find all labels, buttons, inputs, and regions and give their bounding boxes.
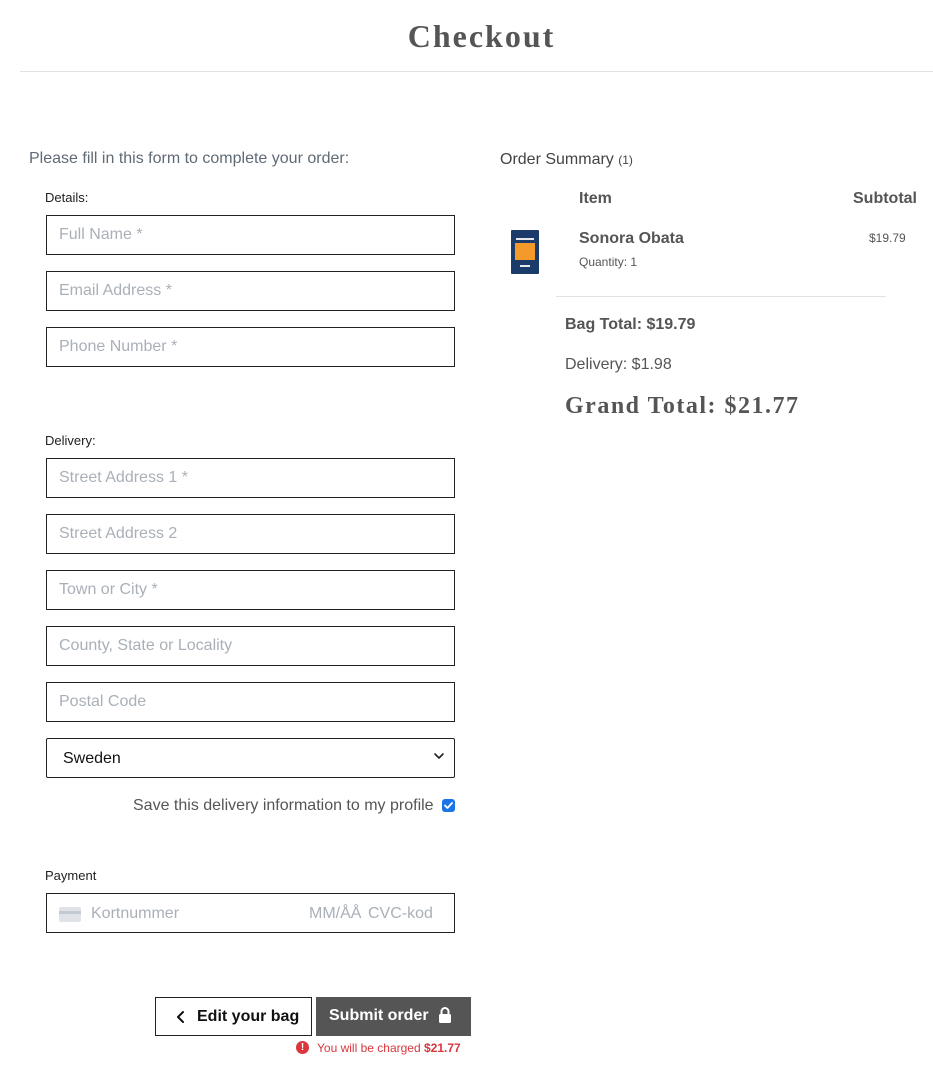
county-input[interactable] bbox=[46, 626, 455, 666]
email-input[interactable] bbox=[46, 271, 455, 311]
product-image[interactable] bbox=[511, 230, 539, 274]
summary-divider bbox=[556, 296, 886, 297]
postal-code-input[interactable] bbox=[46, 682, 455, 722]
product-image-art bbox=[515, 243, 535, 260]
product-quantity: Quantity: 1 bbox=[579, 255, 638, 269]
card-number-placeholder: Kortnummer bbox=[91, 905, 180, 922]
charge-amount: $21.77 bbox=[423, 1041, 461, 1055]
delivery-label: Delivery: bbox=[45, 433, 96, 448]
chevron-left-icon bbox=[177, 1011, 184, 1023]
order-summary-count: (1) bbox=[618, 153, 633, 167]
credit-card-icon bbox=[59, 907, 81, 922]
save-info-label: Save this delivery information to my pro… bbox=[133, 797, 434, 814]
edit-bag-button[interactable]: Edit your bag bbox=[155, 997, 312, 1036]
grand-total: Grand Total: $21.77 bbox=[565, 393, 800, 419]
checkmark-icon bbox=[444, 802, 453, 809]
form-intro: Please fill in this form to complete you… bbox=[29, 150, 350, 167]
order-summary-label: Order Summary bbox=[500, 151, 614, 168]
card-input[interactable]: Kortnummer MM/ÅÅ CVC-kod bbox=[46, 893, 455, 933]
charge-prefix: You will be charged bbox=[317, 1041, 421, 1055]
page-title: Checkout bbox=[407, 18, 556, 54]
chevron-down-icon bbox=[434, 753, 444, 759]
delivery-cost: Delivery: $1.98 bbox=[565, 356, 672, 373]
save-info-row: Save this delivery information to my pro… bbox=[133, 796, 456, 816]
town-city-input[interactable] bbox=[46, 570, 455, 610]
street-address-1-input[interactable] bbox=[46, 458, 455, 498]
charge-text: You will be charged $21.77 bbox=[317, 1041, 461, 1055]
full-name-input[interactable] bbox=[46, 215, 455, 255]
order-summary-title: Order Summary (1) bbox=[500, 151, 633, 169]
country-select-value: Sweden bbox=[63, 750, 121, 767]
product-image-logo bbox=[520, 265, 530, 267]
edit-bag-label: Edit your bag bbox=[197, 1008, 300, 1025]
product-name: Sonora Obata bbox=[579, 230, 684, 247]
card-cvc-placeholder: CVC-kod bbox=[368, 905, 433, 922]
page-header: Checkout bbox=[20, 0, 933, 72]
column-header-subtotal: Subtotal bbox=[853, 190, 917, 207]
alert-icon: ! bbox=[296, 1041, 309, 1054]
column-header-item: Item bbox=[579, 190, 612, 207]
payment-label: Payment bbox=[45, 868, 97, 883]
submit-order-button[interactable]: Submit order bbox=[316, 997, 471, 1036]
street-address-2-input[interactable] bbox=[46, 514, 455, 554]
product-subtotal: $19.79 bbox=[869, 231, 906, 245]
bag-total: Bag Total: $19.79 bbox=[565, 316, 696, 333]
card-expiry-placeholder: MM/ÅÅ bbox=[309, 905, 362, 922]
product-image-label bbox=[516, 238, 534, 240]
phone-input[interactable] bbox=[46, 327, 455, 367]
lock-icon bbox=[439, 1007, 451, 1023]
details-label: Details: bbox=[45, 190, 89, 205]
country-select[interactable]: Sweden bbox=[46, 738, 455, 778]
save-info-checkbox[interactable] bbox=[442, 799, 455, 812]
submit-order-label: Submit order bbox=[329, 1007, 429, 1024]
